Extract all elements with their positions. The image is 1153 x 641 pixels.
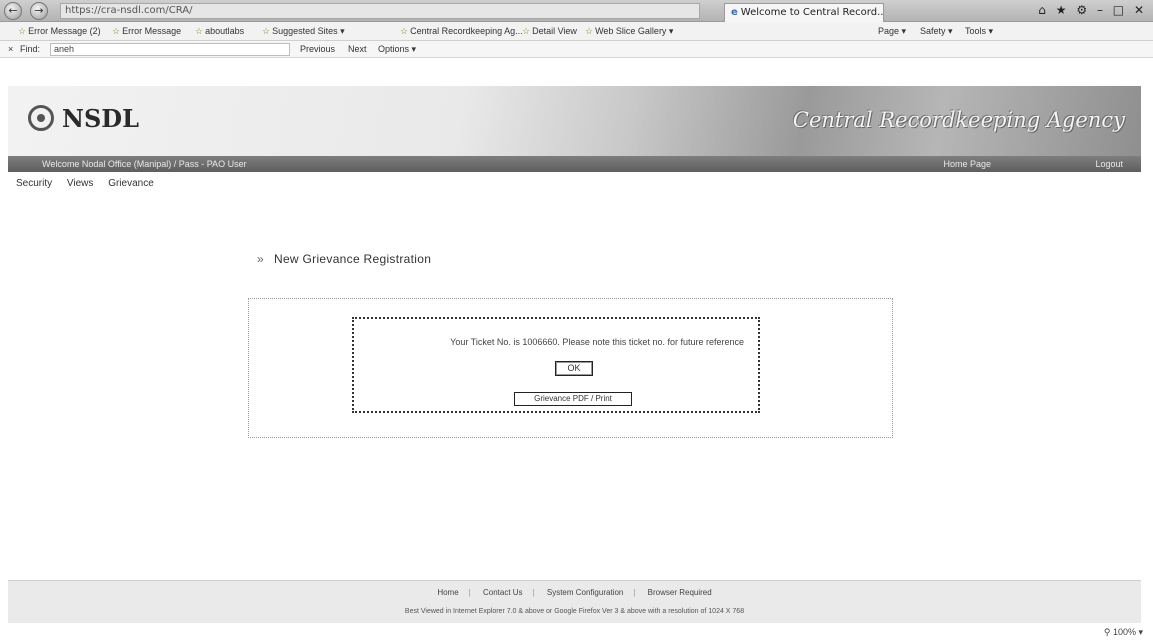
home-page-link[interactable]: Home Page [943, 156, 991, 172]
favorite-star-icon: ☆ [195, 26, 204, 36]
footer-note: Best Viewed in Internet Explorer 7.0 & a… [404, 608, 745, 615]
welcome-text: Welcome Nodal Office (Manipal) / Pass - … [42, 159, 247, 169]
bullet-icon: » [257, 252, 264, 266]
menu-views[interactable]: Views [67, 178, 94, 189]
gear-icon[interactable]: ⚙ [1076, 3, 1090, 17]
main-menu: Security Views Grievance [16, 178, 166, 192]
nsdl-logo[interactable]: NSDL [28, 104, 139, 133]
section-title-text: New Grievance Registration [273, 252, 432, 266]
grievance-print-button[interactable]: Grievance PDF / Print [514, 392, 632, 406]
favorite-star-icon: ☆ [522, 26, 531, 36]
forward-icon[interactable]: → [30, 2, 48, 20]
footer-link-contact[interactable]: Contact Us [483, 588, 523, 597]
find-bar: × Find: aneh Previous Next Options ▾ [0, 41, 1153, 58]
safety-menu[interactable]: Safety ▾ [920, 22, 953, 40]
find-next-button[interactable]: Next [348, 41, 367, 57]
favorites-item[interactable]: ☆ aboutlabs [195, 22, 244, 40]
home-icon[interactable]: ⌂ [1038, 3, 1049, 17]
nsdl-emblem-icon [28, 105, 54, 131]
agency-title: Central Recordkeeping Agency [792, 108, 1125, 132]
tab-active[interactable]: e Welcome to Central Record... [724, 3, 884, 22]
menu-security[interactable]: Security [16, 178, 52, 189]
close-icon[interactable]: ✕ [1134, 3, 1147, 17]
dialog-message: Your Ticket No. is 1006660. Please note … [450, 337, 744, 347]
footer-link-system-config[interactable]: System Configuration [547, 588, 623, 597]
favorite-star-icon: ☆ [262, 26, 271, 36]
logout-link[interactable]: Logout [1095, 156, 1123, 172]
window-controls: ⌂ ★ ⚙ – □ ✕ [1038, 3, 1147, 17]
ie-icon: e [731, 7, 738, 18]
tab-label: Welcome to Central Record... [740, 7, 884, 18]
find-options-button[interactable]: Options ▾ [378, 41, 416, 57]
find-label: Find: [20, 44, 41, 54]
site-banner: NSDL Central Recordkeeping Agency [8, 86, 1141, 156]
logo-text: NSDL [62, 104, 139, 133]
footer-links: Home | Contact Us | System Configuration | … [437, 588, 712, 597]
menu-grievance[interactable]: Grievance [108, 178, 154, 189]
find-previous-button[interactable]: Previous [300, 41, 335, 57]
favorites-star-icon[interactable]: ★ [1056, 3, 1070, 17]
footer-link-home[interactable]: Home [437, 588, 458, 597]
favorites-item[interactable]: ☆ Central Recordkeeping Ag... [400, 22, 523, 40]
favorites-item[interactable]: ☆ Error Message [112, 22, 181, 40]
favorite-star-icon: ☆ [400, 26, 409, 36]
close-find-icon[interactable]: × [8, 41, 13, 57]
favorite-star-icon: ☆ [112, 26, 121, 36]
page-menu[interactable]: Page ▾ [878, 22, 906, 40]
footer: Home | Contact Us | System Configuration | … [8, 580, 1141, 623]
find-input[interactable]: aneh [50, 43, 290, 56]
user-strip: Welcome Nodal Office (Manipal) / Pass - … [8, 156, 1141, 172]
maximize-icon[interactable]: □ [1113, 3, 1127, 17]
confirmation-dialog: Your Ticket No. is 1006660. Please note … [352, 317, 760, 413]
footer-link-browser[interactable]: Browser Required [648, 588, 712, 597]
favorites-item[interactable]: ☆ Detail View [522, 22, 577, 40]
tools-menu[interactable]: Tools ▾ [965, 22, 993, 40]
favorites-item[interactable]: ☆ Error Message (2) [18, 22, 101, 40]
favorite-star-icon: ☆ [18, 26, 27, 36]
favorites-item[interactable]: ☆ Suggested Sites ▾ [262, 22, 345, 40]
favorites-bar: ☆ Error Message (2) ☆ Error Message ☆ about… [0, 22, 1153, 41]
minimize-icon[interactable]: – [1097, 3, 1106, 17]
back-icon[interactable]: ← [4, 2, 22, 20]
zoom-level[interactable]: ⚲ 100% ▾ [1104, 627, 1143, 638]
browser-titlebar: ← → https://cra-nsdl.com/CRA/ e Welcome t… [0, 0, 1153, 22]
favorite-star-icon: ☆ [585, 26, 594, 36]
ok-button[interactable]: OK [555, 361, 593, 376]
favorites-item[interactable]: ☆ Web Slice Gallery ▾ [585, 22, 673, 40]
address-bar[interactable]: https://cra-nsdl.com/CRA/ [60, 3, 700, 19]
section-title: » New Grievance Registration [257, 252, 431, 266]
